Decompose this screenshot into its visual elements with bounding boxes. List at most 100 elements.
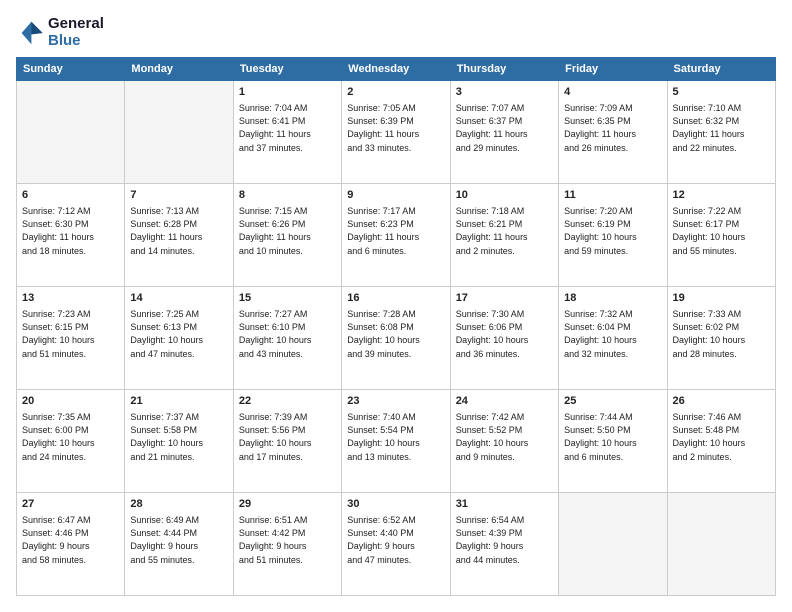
day-number: 9 bbox=[347, 188, 444, 203]
calendar-day-cell: 1 Sunrise: 7:04 AM Sunset: 6:41 PM Daylig… bbox=[233, 81, 341, 184]
calendar-day-cell: 5 Sunrise: 7:10 AM Sunset: 6:32 PM Daylig… bbox=[667, 81, 775, 184]
weekday-header-saturday: Saturday bbox=[667, 58, 775, 81]
day-info: Sunrise: 7:22 AM Sunset: 6:17 PM Dayligh… bbox=[673, 205, 770, 257]
day-info: Sunrise: 7:39 AM Sunset: 5:56 PM Dayligh… bbox=[239, 411, 336, 463]
header: General Blue bbox=[16, 16, 776, 49]
calendar-day-cell bbox=[559, 493, 667, 596]
calendar-day-cell: 18 Sunrise: 7:32 AM Sunset: 6:04 PM Dayli… bbox=[559, 287, 667, 390]
day-number: 27 bbox=[22, 497, 119, 512]
day-info: Sunrise: 7:09 AM Sunset: 6:35 PM Dayligh… bbox=[564, 102, 661, 154]
day-number: 1 bbox=[239, 85, 336, 100]
day-number: 19 bbox=[673, 291, 770, 306]
calendar-day-cell: 25 Sunrise: 7:44 AM Sunset: 5:50 PM Dayli… bbox=[559, 390, 667, 493]
weekday-header-sunday: Sunday bbox=[17, 58, 125, 81]
weekday-header-tuesday: Tuesday bbox=[233, 58, 341, 81]
calendar-day-cell bbox=[125, 81, 233, 184]
calendar-day-cell bbox=[667, 493, 775, 596]
calendar-day-cell: 20 Sunrise: 7:35 AM Sunset: 6:00 PM Dayli… bbox=[17, 390, 125, 493]
day-info: Sunrise: 7:05 AM Sunset: 6:39 PM Dayligh… bbox=[347, 102, 444, 154]
calendar: SundayMondayTuesdayWednesdayThursdayFrid… bbox=[16, 57, 776, 596]
day-info: Sunrise: 7:13 AM Sunset: 6:28 PM Dayligh… bbox=[130, 205, 227, 257]
day-number: 11 bbox=[564, 188, 661, 203]
day-info: Sunrise: 7:32 AM Sunset: 6:04 PM Dayligh… bbox=[564, 308, 661, 360]
day-number: 16 bbox=[347, 291, 444, 306]
calendar-day-cell: 15 Sunrise: 7:27 AM Sunset: 6:10 PM Dayli… bbox=[233, 287, 341, 390]
day-info: Sunrise: 7:25 AM Sunset: 6:13 PM Dayligh… bbox=[130, 308, 227, 360]
day-number: 12 bbox=[673, 188, 770, 203]
weekday-header-row: SundayMondayTuesdayWednesdayThursdayFrid… bbox=[17, 58, 776, 81]
calendar-day-cell: 9 Sunrise: 7:17 AM Sunset: 6:23 PM Daylig… bbox=[342, 184, 450, 287]
day-number: 5 bbox=[673, 85, 770, 100]
calendar-day-cell: 24Sunrise: 7:42 AM Sunset: 5:52 PM Dayli… bbox=[450, 390, 558, 493]
day-info: Sunrise: 6:51 AM Sunset: 4:42 PM Dayligh… bbox=[239, 514, 336, 566]
day-number: 25 bbox=[564, 394, 661, 409]
day-info: Sunrise: 7:23 AM Sunset: 6:15 PM Dayligh… bbox=[22, 308, 119, 360]
day-number: 13 bbox=[22, 291, 119, 306]
calendar-day-cell: 10 Sunrise: 7:18 AM Sunset: 6:21 PM Dayli… bbox=[450, 184, 558, 287]
day-info: Sunrise: 7:04 AM Sunset: 6:41 PM Dayligh… bbox=[239, 102, 336, 154]
day-number: 10 bbox=[456, 188, 553, 203]
calendar-day-cell: 2 Sunrise: 7:05 AM Sunset: 6:39 PM Daylig… bbox=[342, 81, 450, 184]
day-info: Sunrise: 6:47 AM Sunset: 4:46 PM Dayligh… bbox=[22, 514, 119, 566]
calendar-day-cell: 7Sunrise: 7:13 AM Sunset: 6:28 PM Daylig… bbox=[125, 184, 233, 287]
day-info: Sunrise: 7:44 AM Sunset: 5:50 PM Dayligh… bbox=[564, 411, 661, 463]
day-info: Sunrise: 6:49 AM Sunset: 4:44 PM Dayligh… bbox=[130, 514, 227, 566]
day-info: Sunrise: 6:52 AM Sunset: 4:40 PM Dayligh… bbox=[347, 514, 444, 566]
calendar-day-cell: 28 Sunrise: 6:49 AM Sunset: 4:44 PM Dayli… bbox=[125, 493, 233, 596]
calendar-day-cell: 27 Sunrise: 6:47 AM Sunset: 4:46 PM Dayli… bbox=[17, 493, 125, 596]
day-info: Sunrise: 7:27 AM Sunset: 6:10 PM Dayligh… bbox=[239, 308, 336, 360]
calendar-day-cell: 6Sunrise: 7:12 AM Sunset: 6:30 PM Daylig… bbox=[17, 184, 125, 287]
calendar-day-cell: 31Sunrise: 6:54 AM Sunset: 4:39 PM Dayli… bbox=[450, 493, 558, 596]
day-info: Sunrise: 7:28 AM Sunset: 6:08 PM Dayligh… bbox=[347, 308, 444, 360]
day-info: Sunrise: 7:40 AM Sunset: 5:54 PM Dayligh… bbox=[347, 411, 444, 463]
calendar-day-cell bbox=[17, 81, 125, 184]
day-number: 4 bbox=[564, 85, 661, 100]
calendar-day-cell: 11Sunrise: 7:20 AM Sunset: 6:19 PM Dayli… bbox=[559, 184, 667, 287]
day-info: Sunrise: 7:42 AM Sunset: 5:52 PM Dayligh… bbox=[456, 411, 553, 463]
day-info: Sunrise: 7:46 AM Sunset: 5:48 PM Dayligh… bbox=[673, 411, 770, 463]
day-number: 23 bbox=[347, 394, 444, 409]
calendar-day-cell: 13 Sunrise: 7:23 AM Sunset: 6:15 PM Dayli… bbox=[17, 287, 125, 390]
day-number: 6 bbox=[22, 188, 119, 203]
day-info: Sunrise: 7:17 AM Sunset: 6:23 PM Dayligh… bbox=[347, 205, 444, 257]
day-number: 3 bbox=[456, 85, 553, 100]
calendar-day-cell: 21 Sunrise: 7:37 AM Sunset: 5:58 PM Dayli… bbox=[125, 390, 233, 493]
weekday-header-friday: Friday bbox=[559, 58, 667, 81]
day-info: Sunrise: 7:33 AM Sunset: 6:02 PM Dayligh… bbox=[673, 308, 770, 360]
calendar-day-cell: 29 Sunrise: 6:51 AM Sunset: 4:42 PM Dayli… bbox=[233, 493, 341, 596]
logo-icon bbox=[16, 19, 44, 47]
day-info: Sunrise: 7:30 AM Sunset: 6:06 PM Dayligh… bbox=[456, 308, 553, 360]
calendar-day-cell: 16 Sunrise: 7:28 AM Sunset: 6:08 PM Dayli… bbox=[342, 287, 450, 390]
day-number: 15 bbox=[239, 291, 336, 306]
day-info: Sunrise: 7:37 AM Sunset: 5:58 PM Dayligh… bbox=[130, 411, 227, 463]
calendar-day-cell: 8Sunrise: 7:15 AM Sunset: 6:26 PM Daylig… bbox=[233, 184, 341, 287]
weekday-header-monday: Monday bbox=[125, 58, 233, 81]
calendar-week-row: 6Sunrise: 7:12 AM Sunset: 6:30 PM Daylig… bbox=[17, 184, 776, 287]
day-number: 28 bbox=[130, 497, 227, 512]
logo: General Blue bbox=[16, 16, 104, 49]
day-number: 14 bbox=[130, 291, 227, 306]
weekday-header-thursday: Thursday bbox=[450, 58, 558, 81]
weekday-header-wednesday: Wednesday bbox=[342, 58, 450, 81]
logo-text: General Blue bbox=[48, 16, 104, 49]
calendar-day-cell: 14 Sunrise: 7:25 AM Sunset: 6:13 PM Dayli… bbox=[125, 287, 233, 390]
calendar-day-cell: 22Sunrise: 7:39 AM Sunset: 5:56 PM Dayli… bbox=[233, 390, 341, 493]
page: General Blue SundayMondayTuesdayWednesda… bbox=[0, 0, 792, 612]
calendar-day-cell: 23 Sunrise: 7:40 AM Sunset: 5:54 PM Dayli… bbox=[342, 390, 450, 493]
day-info: Sunrise: 7:18 AM Sunset: 6:21 PM Dayligh… bbox=[456, 205, 553, 257]
day-info: Sunrise: 7:35 AM Sunset: 6:00 PM Dayligh… bbox=[22, 411, 119, 463]
calendar-day-cell: 3 Sunrise: 7:07 AM Sunset: 6:37 PM Daylig… bbox=[450, 81, 558, 184]
day-number: 29 bbox=[239, 497, 336, 512]
day-number: 2 bbox=[347, 85, 444, 100]
calendar-day-cell: 17 Sunrise: 7:30 AM Sunset: 6:06 PM Dayli… bbox=[450, 287, 558, 390]
day-number: 21 bbox=[130, 394, 227, 409]
calendar-week-row: 13 Sunrise: 7:23 AM Sunset: 6:15 PM Dayli… bbox=[17, 287, 776, 390]
day-info: Sunrise: 7:07 AM Sunset: 6:37 PM Dayligh… bbox=[456, 102, 553, 154]
calendar-week-row: 27 Sunrise: 6:47 AM Sunset: 4:46 PM Dayli… bbox=[17, 493, 776, 596]
day-info: Sunrise: 6:54 AM Sunset: 4:39 PM Dayligh… bbox=[456, 514, 553, 566]
day-number: 17 bbox=[456, 291, 553, 306]
day-number: 20 bbox=[22, 394, 119, 409]
day-number: 18 bbox=[564, 291, 661, 306]
calendar-day-cell: 4 Sunrise: 7:09 AM Sunset: 6:35 PM Daylig… bbox=[559, 81, 667, 184]
day-info: Sunrise: 7:10 AM Sunset: 6:32 PM Dayligh… bbox=[673, 102, 770, 154]
